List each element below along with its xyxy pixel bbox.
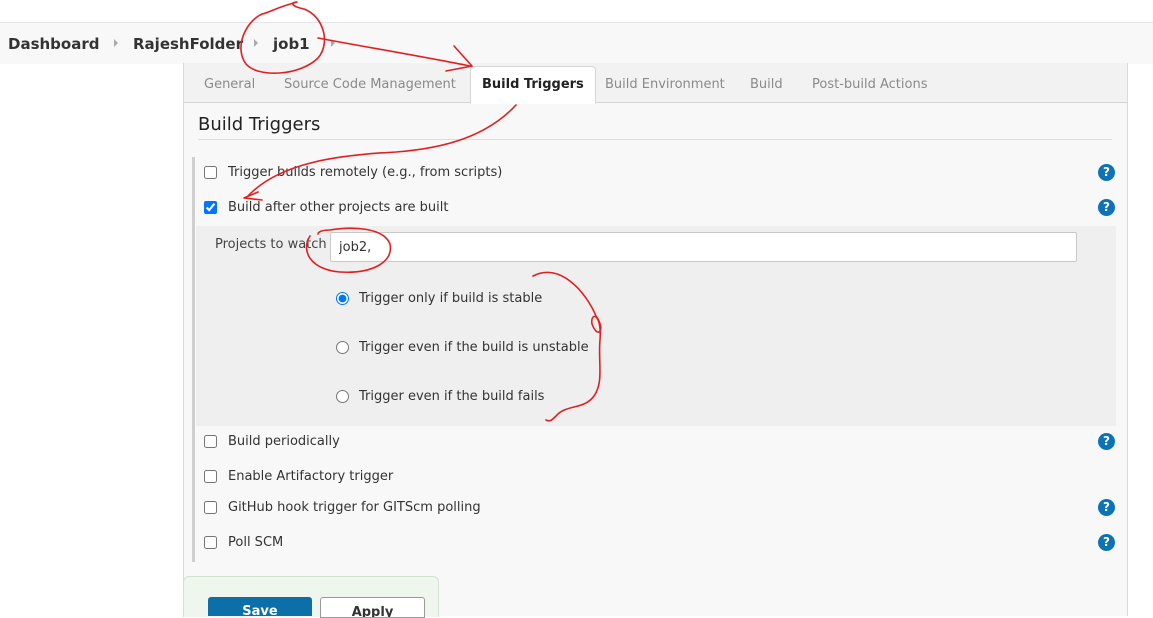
save-button[interactable]: Save: [208, 597, 312, 616]
github-hook-label: GitHub hook trigger for GITScm polling: [228, 500, 481, 515]
trigger-unstable-label: Trigger even if the build is unstable: [359, 340, 589, 355]
breadcrumb-job1[interactable]: job1: [273, 35, 310, 53]
poll-scm-checkbox[interactable]: [204, 536, 217, 549]
github-hook-checkbox[interactable]: [204, 501, 217, 514]
breadcrumb-rajeshfolder[interactable]: RajeshFolder: [133, 35, 243, 53]
tab-post-build-actions[interactable]: Post-build Actions: [812, 77, 927, 92]
tab-source-code-management[interactable]: Source Code Management: [284, 77, 456, 92]
artifactory-label: Enable Artifactory trigger: [228, 469, 394, 484]
build-periodically-checkbox[interactable]: [204, 435, 217, 448]
trigger-fails-radio[interactable]: [336, 390, 349, 403]
help-icon[interactable]: ?: [1098, 433, 1115, 450]
help-icon[interactable]: ?: [1098, 199, 1115, 216]
section-title: Build Triggers: [198, 114, 321, 135]
tab-build[interactable]: Build: [750, 77, 783, 92]
trigger-stable-radio[interactable]: [336, 292, 349, 305]
projects-to-watch-input[interactable]: [330, 232, 1077, 262]
help-icon[interactable]: ?: [1098, 499, 1115, 516]
build-periodically-label: Build periodically: [228, 434, 340, 449]
tab-build-environment[interactable]: Build Environment: [605, 77, 725, 92]
artifactory-checkbox[interactable]: [204, 470, 217, 483]
trigger-remote-checkbox[interactable]: [204, 166, 217, 179]
breadcrumb-dashboard[interactable]: Dashboard: [8, 35, 99, 53]
tab-build-triggers[interactable]: Build Triggers: [470, 66, 596, 104]
apply-button[interactable]: Apply: [320, 597, 425, 618]
section-divider: [198, 139, 1112, 140]
projects-to-watch-label: Projects to watch: [215, 237, 327, 252]
chevron-right-icon: [114, 39, 118, 47]
tab-general[interactable]: General: [204, 77, 255, 92]
trigger-fails-label: Trigger even if the build fails: [359, 389, 545, 404]
trigger-stable-label: Trigger only if build is stable: [359, 291, 543, 306]
trigger-unstable-radio[interactable]: [336, 341, 349, 354]
chevron-right-icon: [254, 39, 258, 47]
help-icon[interactable]: ?: [1098, 534, 1115, 551]
poll-scm-label: Poll SCM: [228, 535, 284, 550]
build-after-other-checkbox[interactable]: [204, 201, 217, 214]
help-icon[interactable]: ?: [1098, 164, 1115, 181]
section-indent-bar: [192, 157, 195, 562]
build-after-other-label: Build after other projects are built: [228, 200, 449, 215]
trigger-remote-label: Trigger builds remotely (e.g., from scri…: [228, 165, 503, 180]
chevron-right-icon: [331, 39, 335, 47]
config-tabs: General Source Code Management Build Tri…: [184, 63, 1127, 104]
